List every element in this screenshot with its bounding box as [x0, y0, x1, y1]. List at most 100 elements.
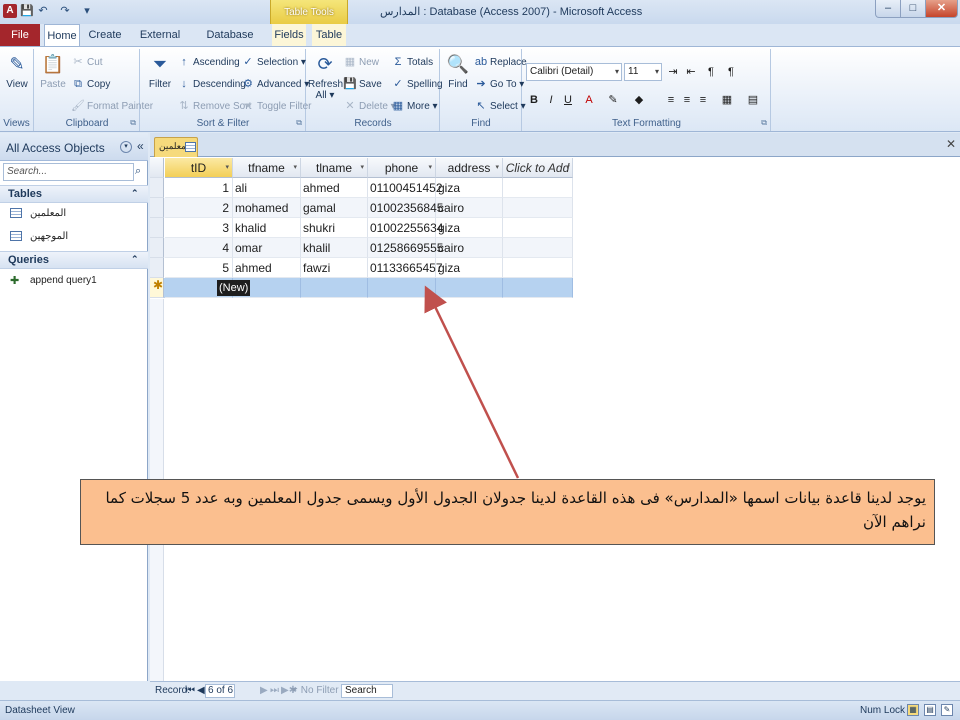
cell-tid[interactable]: 5 [165, 258, 233, 278]
record-search-input[interactable]: Search [341, 684, 393, 698]
select-all-corner[interactable] [150, 158, 164, 178]
document-tab-teachers[interactable]: المعلمين [154, 137, 198, 157]
table-row[interactable]: 3 khalid shukri 01002255634 giza [150, 218, 573, 238]
cell-tid[interactable]: 4 [165, 238, 233, 258]
select-button[interactable]: ↖ Select ▾ [474, 97, 525, 115]
bold-button[interactable]: B [526, 91, 542, 109]
filter-button[interactable]: ⏷ Filter [143, 51, 177, 90]
nav-item-append-query[interactable]: ✚ append query1 [0, 271, 148, 293]
ltr-icon[interactable]: ¶ [703, 63, 719, 81]
align-right-icon[interactable]: ≡ [695, 91, 711, 109]
alternate-row-color-icon[interactable]: ▤ [745, 91, 761, 109]
column-menu-chevron-icon[interactable]: ▾ [565, 158, 569, 178]
no-filter-indicator[interactable]: ⏷ No Filter [290, 685, 339, 696]
current-record-input[interactable]: 6 of 6 [205, 684, 235, 698]
toggle-filter-button[interactable]: ⏷ Toggle Filter [241, 97, 312, 115]
delete-record-button[interactable]: ✕ Delete ▾ [343, 97, 395, 115]
table-row[interactable]: 1 ali ahmed 01100451452 giza [150, 178, 573, 198]
fill-color-icon[interactable]: ◆ [631, 91, 647, 109]
cell-empty[interactable] [503, 238, 573, 258]
rtl-icon[interactable]: ¶ [723, 63, 739, 81]
cell-tlname[interactable]: shukri [301, 218, 368, 238]
cell-tid[interactable]: 1 [165, 178, 233, 198]
column-menu-chevron-icon[interactable]: ▾ [428, 158, 432, 178]
cell-tid[interactable]: 3 [165, 218, 233, 238]
column-menu-chevron-icon[interactable]: ▾ [225, 158, 229, 178]
clipboard-launcher-icon[interactable]: ⧉ [130, 118, 136, 128]
descending-button[interactable]: ↓ Descending [177, 75, 246, 93]
save-record-button[interactable]: 💾 Save [343, 75, 382, 93]
access-app-icon[interactable]: A [3, 4, 17, 18]
cell-tfname[interactable]: ali [233, 178, 301, 198]
design-view-icon[interactable]: ✎ [941, 704, 953, 716]
tab-fields[interactable]: Fields [272, 24, 306, 46]
cell-empty[interactable] [233, 278, 301, 298]
goto-button[interactable]: ➔ Go To ▾ [474, 75, 524, 93]
text-formatting-launcher-icon[interactable]: ⧉ [761, 118, 767, 128]
gridlines-icon[interactable]: ▦ [719, 91, 735, 109]
copy-button[interactable]: ⧉ Copy [71, 75, 110, 93]
sort-filter-launcher-icon[interactable]: ⧉ [296, 118, 302, 128]
view-button[interactable]: ✎ View [0, 51, 34, 90]
cut-button[interactable]: ✂ Cut [71, 53, 102, 71]
cell-empty[interactable] [436, 278, 503, 298]
nav-section-queries[interactable]: Queries ⌃ [0, 251, 148, 269]
cell-phone[interactable]: 01133665457 [368, 258, 443, 278]
decrease-indent-icon[interactable]: ⇤ [683, 63, 699, 81]
cell-tid[interactable]: 2 [165, 198, 233, 218]
replace-button[interactable]: ab Replace [474, 53, 527, 71]
selection-filter-button[interactable]: ✓ Selection ▾ [241, 53, 306, 71]
new-record-button[interactable]: ▦ New [343, 53, 379, 71]
cell-tlname[interactable]: khalil [301, 238, 368, 258]
maximize-button[interactable]: □ [900, 0, 926, 18]
nav-pane-header[interactable]: All Access Objects ▾ « [0, 133, 148, 161]
cell-phone[interactable]: 01002356845 [368, 198, 443, 218]
tab-external-data[interactable]: External Data [132, 24, 188, 63]
tab-create[interactable]: Create [86, 24, 124, 46]
cell-tlname[interactable]: fawzi [301, 258, 368, 278]
cell-tfname[interactable]: omar [233, 238, 301, 258]
datasheet-view-icon[interactable]: ▦ [907, 704, 919, 716]
tab-database-tools[interactable]: Database Tools [198, 24, 262, 63]
last-record-icon[interactable]: ⏭ [270, 685, 279, 696]
record-selector[interactable] [150, 238, 164, 258]
cell-address[interactable]: cairo [436, 198, 503, 218]
cell-address[interactable]: giza [436, 218, 503, 238]
refresh-all-button[interactable]: ⟳ Refresh All ▾ [308, 51, 343, 101]
table-row[interactable]: 5 ahmed fawzi 01133665457 giza [150, 258, 573, 278]
record-selector[interactable] [150, 198, 164, 218]
column-menu-chevron-icon[interactable]: ▾ [495, 158, 499, 178]
cell-tlname[interactable]: gamal [301, 198, 368, 218]
italic-button[interactable]: I [543, 91, 559, 109]
nav-item-table-supervisors[interactable]: الموجهين [0, 227, 148, 249]
column-header-click-to-add[interactable]: Click to Add ▾ [503, 158, 573, 178]
first-record-icon[interactable]: ⏮ [186, 685, 195, 696]
cell-tfname[interactable]: ahmed [233, 258, 301, 278]
cell-empty[interactable] [503, 178, 573, 198]
find-button[interactable]: 🔍 Find [441, 51, 475, 90]
nav-item-table-teachers[interactable]: المعلمين [0, 204, 148, 226]
advanced-filter-button[interactable]: ⚙ Advanced ▾ [241, 75, 309, 93]
previous-record-icon[interactable]: ◀ [197, 685, 205, 696]
nav-search-input[interactable]: Search... [3, 163, 134, 181]
cell-address[interactable]: giza [436, 258, 503, 278]
column-header-phone[interactable]: phone ▾ [368, 158, 436, 178]
spelling-button[interactable]: ✓ Spelling [391, 75, 442, 93]
align-center-icon[interactable]: ≡ [679, 91, 695, 109]
tab-file[interactable]: File [0, 24, 40, 46]
column-header-tid[interactable]: tID ▾ [165, 158, 233, 178]
align-left-icon[interactable]: ≡ [663, 91, 679, 109]
close-button[interactable]: ✕ [925, 0, 958, 18]
record-selector[interactable] [150, 258, 164, 278]
close-document-icon[interactable]: ✕ [946, 137, 956, 151]
cell-empty[interactable] [503, 198, 573, 218]
pivot-table-view-icon[interactable]: ▤ [924, 704, 936, 716]
cell-address[interactable]: cairo [436, 238, 503, 258]
font-name-combo[interactable]: Calibri (Detail) ▾ [526, 63, 622, 81]
nav-menu-chevron-icon[interactable]: ▾ [120, 141, 132, 153]
cell-empty[interactable] [301, 278, 368, 298]
tab-home[interactable]: Home [44, 24, 80, 47]
tab-table[interactable]: Table [312, 24, 346, 46]
cell-empty[interactable] [503, 278, 573, 298]
cell-address[interactable]: giza [436, 178, 503, 198]
